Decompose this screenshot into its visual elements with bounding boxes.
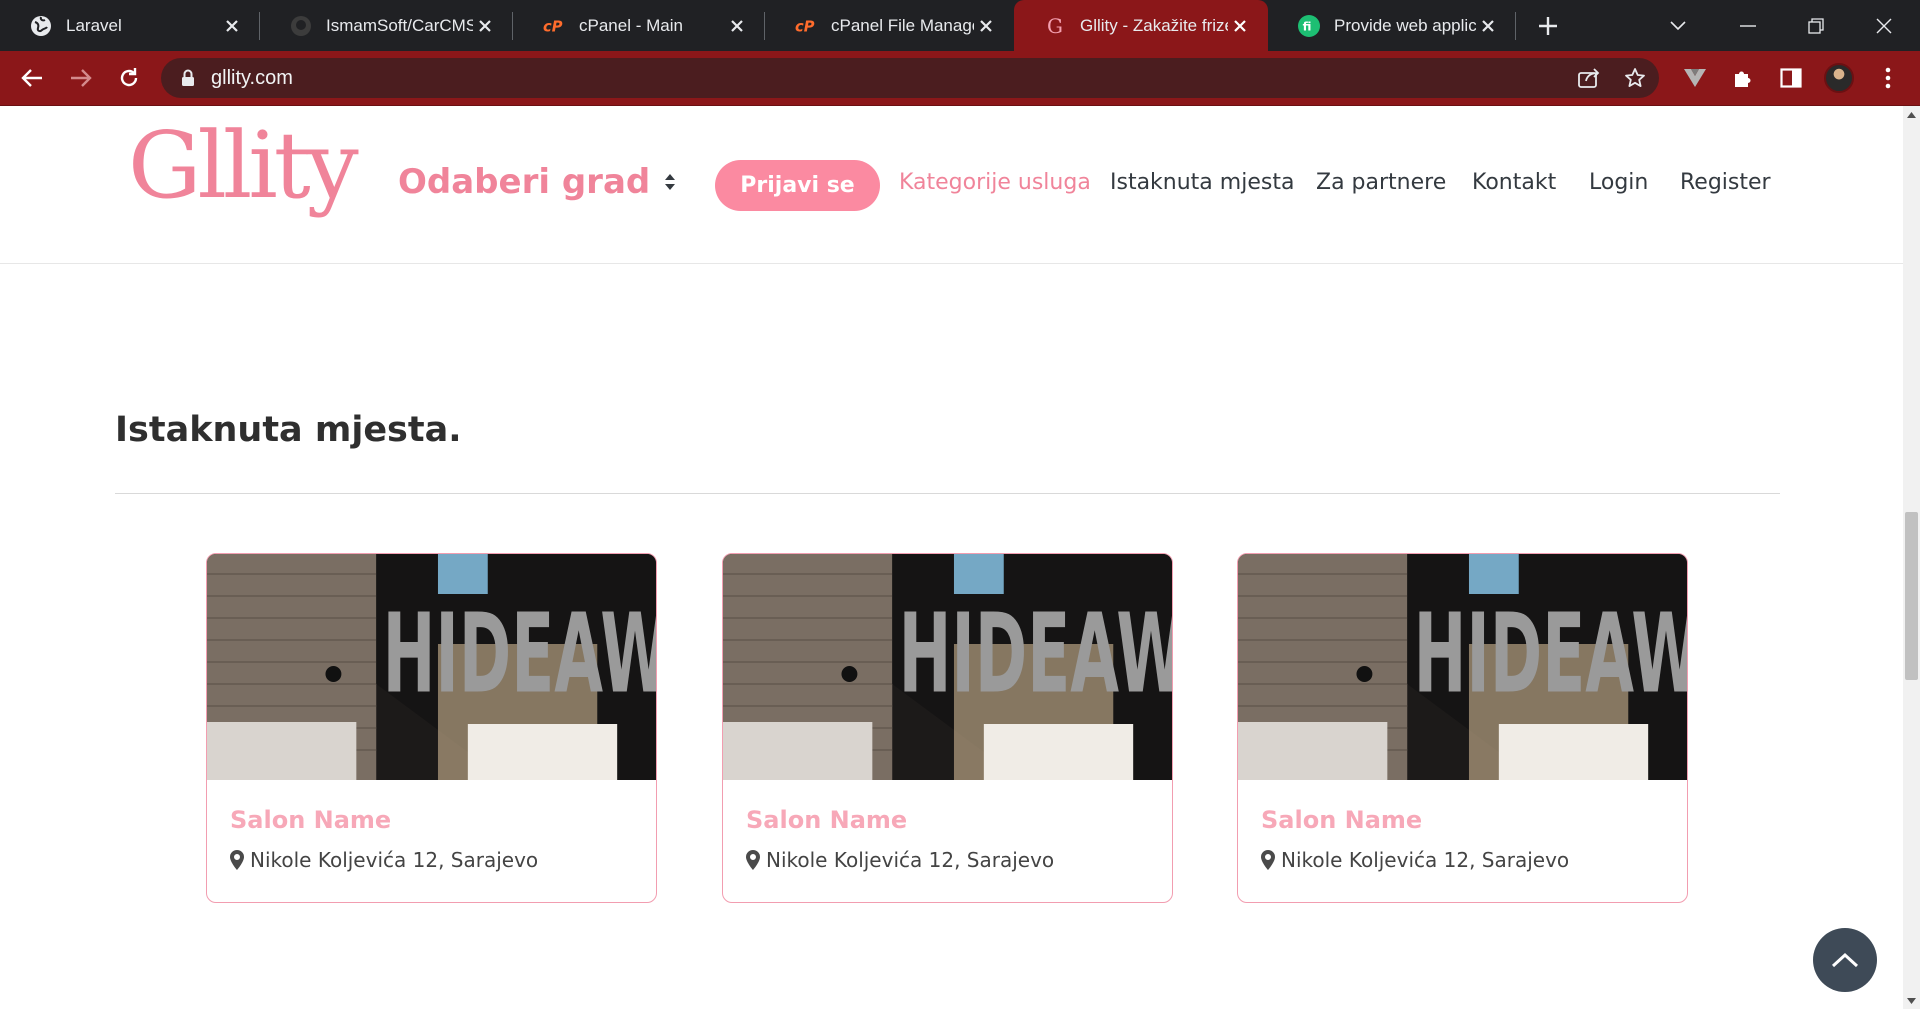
close-window-icon[interactable] bbox=[1856, 0, 1912, 51]
map-pin-icon bbox=[230, 850, 244, 870]
tab-search-chevron-icon[interactable] bbox=[1650, 0, 1706, 51]
gllity-icon: G bbox=[1044, 15, 1066, 37]
tab-title: cPanel File Manager bbox=[831, 15, 974, 35]
globe-icon bbox=[30, 15, 52, 37]
salon-photo[interactable]: HIDEAWAY bbox=[207, 554, 656, 780]
bookmark-star-icon[interactable] bbox=[1617, 58, 1653, 98]
nav-partners[interactable]: Za partnere bbox=[1316, 170, 1446, 195]
address-bar[interactable]: gllity.com bbox=[161, 58, 1659, 98]
back-icon[interactable] bbox=[14, 60, 50, 96]
salon-address: Nikole Koljevića 12, Sarajevo bbox=[230, 848, 538, 872]
scroll-to-top-button[interactable] bbox=[1813, 928, 1877, 992]
salon-name[interactable]: Salon Name bbox=[230, 806, 391, 834]
site-header: Gllity Odaberi grad Prijavi se Kategorij… bbox=[0, 106, 1903, 264]
extensions-puzzle-icon[interactable] bbox=[1725, 60, 1761, 96]
salon-name[interactable]: Salon Name bbox=[1261, 806, 1422, 834]
svg-text:cP: cP bbox=[543, 18, 563, 35]
salon-card[interactable]: HIDEAWAY Salon Name Nikole Koljevića 12,… bbox=[1237, 553, 1688, 903]
page-viewport: Gllity Odaberi grad Prijavi se Kategorij… bbox=[0, 106, 1920, 1009]
scroll-up-arrow-icon[interactable] bbox=[1903, 106, 1920, 123]
side-panel-icon[interactable] bbox=[1773, 60, 1809, 96]
browser-tab[interactable]: cP cPanel - Main bbox=[513, 0, 765, 51]
forward-icon[interactable] bbox=[63, 60, 99, 96]
nav-contact[interactable]: Kontakt bbox=[1472, 170, 1556, 195]
browser-tab-bar: Laravel IsmamSoft/CarCMS cP cPanel - Mai… bbox=[0, 0, 1920, 51]
tab-title: IsmamSoft/CarCMS bbox=[326, 15, 473, 35]
salon-photo-text: HIDEAWAY bbox=[1414, 591, 1687, 719]
chevron-up-icon bbox=[1831, 952, 1859, 968]
nav-login[interactable]: Login bbox=[1589, 170, 1648, 195]
fiverr-icon: fi bbox=[1298, 14, 1320, 37]
salon-photo[interactable]: HIDEAWAY bbox=[1238, 554, 1687, 780]
salon-photo[interactable]: HIDEAWAY bbox=[723, 554, 1172, 780]
salon-address: Nikole Koljevića 12, Sarajevo bbox=[746, 848, 1054, 872]
section-divider bbox=[115, 493, 1780, 494]
city-select[interactable]: Odaberi grad bbox=[398, 162, 676, 202]
salon-photo-text: HIDEAWAY bbox=[899, 591, 1172, 719]
salon-address: Nikole Koljevića 12, Sarajevo bbox=[1261, 848, 1569, 872]
map-pin-icon bbox=[1261, 850, 1275, 870]
tab-title: cPanel - Main bbox=[579, 15, 683, 35]
close-icon[interactable] bbox=[1228, 14, 1252, 38]
sort-caret-icon bbox=[664, 172, 676, 192]
scroll-down-arrow-icon[interactable] bbox=[1903, 992, 1920, 1009]
nav-register[interactable]: Register bbox=[1680, 170, 1771, 195]
scrollbar[interactable] bbox=[1903, 106, 1920, 1009]
salon-name[interactable]: Salon Name bbox=[746, 806, 907, 834]
salon-address-text: Nikole Koljevića 12, Sarajevo bbox=[250, 848, 539, 872]
reload-icon[interactable] bbox=[111, 60, 147, 96]
profile-avatar[interactable] bbox=[1821, 60, 1857, 96]
browser-menu-icon[interactable] bbox=[1870, 60, 1906, 96]
browser-toolbar: gllity.com bbox=[0, 51, 1920, 106]
scrollbar-thumb[interactable] bbox=[1905, 512, 1918, 680]
close-icon[interactable] bbox=[725, 14, 749, 38]
tab-title: Provide web application bbox=[1334, 15, 1476, 35]
svg-text:cP: cP bbox=[795, 18, 815, 35]
close-icon[interactable] bbox=[1476, 14, 1500, 38]
nav-featured[interactable]: Istaknuta mjesta bbox=[1110, 170, 1294, 195]
city-select-label: Odaberi grad bbox=[398, 162, 651, 202]
salon-photo-text: HIDEAWAY bbox=[383, 591, 656, 719]
browser-tab[interactable]: Laravel bbox=[0, 0, 260, 51]
section-title: Istaknuta mjesta. bbox=[115, 410, 462, 450]
minimize-icon[interactable] bbox=[1720, 0, 1776, 51]
svg-text:G: G bbox=[1047, 15, 1063, 37]
tab-title: Gllity - Zakažite frizera bbox=[1080, 15, 1228, 35]
close-icon[interactable] bbox=[473, 14, 497, 38]
nav-categories[interactable]: Kategorije usluga bbox=[899, 170, 1091, 195]
github-icon bbox=[290, 15, 312, 37]
lock-icon[interactable] bbox=[181, 69, 199, 87]
close-icon[interactable] bbox=[220, 14, 244, 38]
browser-tab-active[interactable]: G Gllity - Zakažite frizera bbox=[1014, 0, 1268, 51]
browser-tab[interactable]: fi Provide web application bbox=[1268, 0, 1516, 51]
salon-address-text: Nikole Koljevića 12, Sarajevo bbox=[766, 848, 1055, 872]
browser-tab[interactable]: IsmamSoft/CarCMS bbox=[260, 0, 513, 51]
svg-text:fi: fi bbox=[1303, 19, 1312, 33]
cpanel-icon: cP bbox=[795, 15, 817, 37]
close-icon[interactable] bbox=[974, 14, 998, 38]
login-button[interactable]: Prijavi se bbox=[715, 160, 880, 211]
url-text[interactable]: gllity.com bbox=[211, 67, 293, 90]
salon-card[interactable]: HIDEAWAY Salon Name Nikole Koljevića 12,… bbox=[206, 553, 657, 903]
share-icon[interactable] bbox=[1571, 58, 1607, 98]
site-logo[interactable]: Gllity bbox=[128, 120, 359, 212]
vue-extension-icon[interactable] bbox=[1677, 60, 1713, 96]
browser-tab[interactable]: cP cPanel File Manager bbox=[765, 0, 1014, 51]
map-pin-icon bbox=[746, 850, 760, 870]
new-tab-icon[interactable] bbox=[1532, 10, 1564, 42]
tab-title: Laravel bbox=[66, 15, 122, 35]
cpanel-icon: cP bbox=[543, 15, 565, 37]
salon-address-text: Nikole Koljevića 12, Sarajevo bbox=[1281, 848, 1570, 872]
salon-card[interactable]: HIDEAWAY Salon Name Nikole Koljevića 12,… bbox=[722, 553, 1173, 903]
restore-icon[interactable] bbox=[1788, 0, 1844, 51]
